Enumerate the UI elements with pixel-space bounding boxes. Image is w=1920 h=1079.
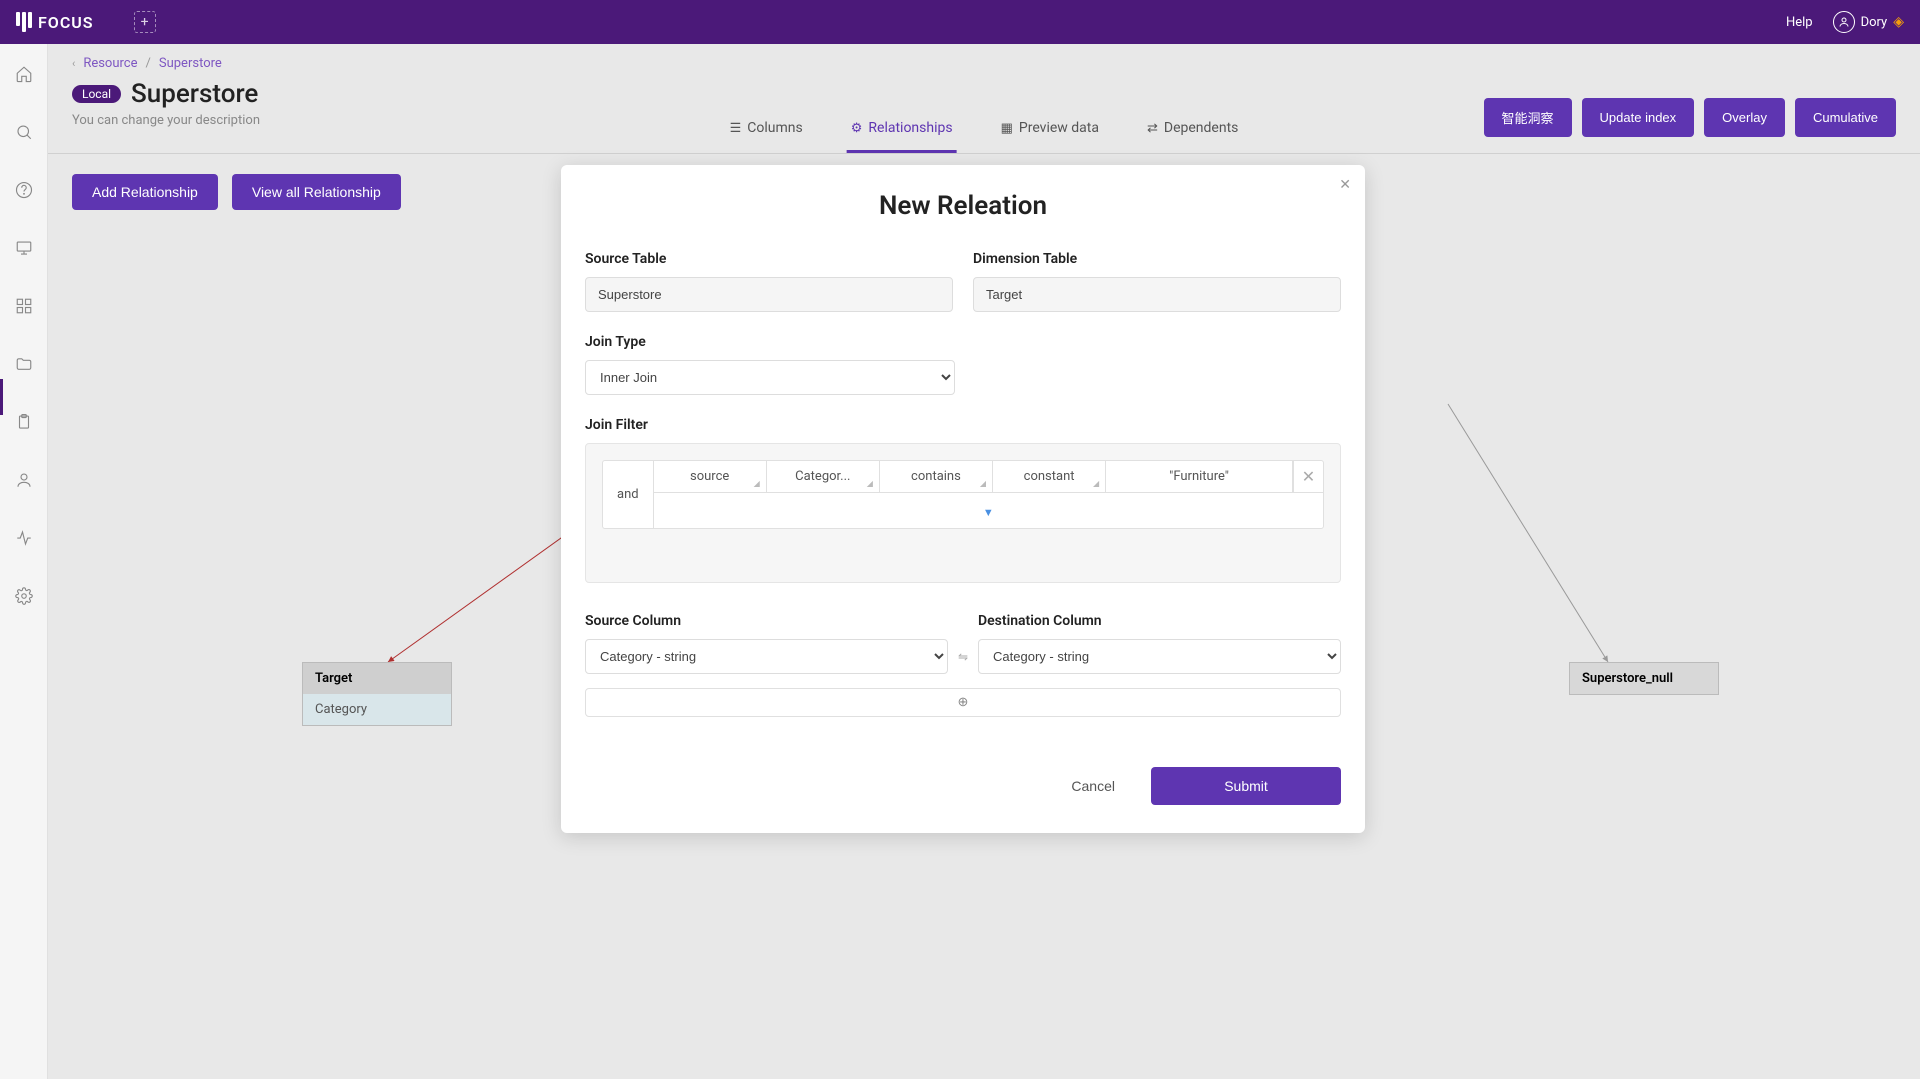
submit-button[interactable]: Submit	[1151, 767, 1341, 805]
chevron-down-icon: ◢	[867, 479, 873, 488]
tab-columns[interactable]: ☰ Columns	[726, 110, 807, 153]
chevron-down-icon: ◢	[754, 479, 760, 488]
user-menu[interactable]: Dory ◈	[1833, 11, 1904, 33]
help-icon[interactable]	[14, 180, 34, 200]
relationships-icon: ⚙	[851, 121, 863, 136]
filter-remove-button[interactable]: ✕	[1293, 461, 1323, 492]
page-title: Superstore	[131, 79, 258, 109]
activity-icon[interactable]	[14, 528, 34, 548]
dest-column-select[interactable]: Category - string	[978, 639, 1341, 674]
left-sidebar	[0, 44, 48, 1079]
tabs: ☰ Columns ⚙ Relationships ▦ Preview data…	[726, 110, 1243, 153]
search-icon[interactable]	[14, 122, 34, 142]
new-tab-button[interactable]: +	[134, 11, 156, 33]
source-column-select[interactable]: Category - string	[585, 639, 948, 674]
node-target-column[interactable]: Category	[303, 694, 451, 725]
join-filter-label: Join Filter	[585, 417, 1341, 433]
tab-dependents[interactable]: ⇄ Dependents	[1143, 110, 1242, 153]
dependents-icon: ⇄	[1147, 121, 1158, 136]
breadcrumb-separator: /	[146, 56, 151, 71]
user-icon[interactable]	[14, 470, 34, 490]
modal-title: New Releation	[585, 191, 1341, 221]
join-type-select[interactable]: Inner Join	[585, 360, 955, 395]
filter-cell-value[interactable]: "Furniture"	[1106, 461, 1293, 492]
add-column-pair-button[interactable]: ⊕	[585, 688, 1341, 717]
app-name: FOCUS	[38, 13, 94, 32]
chevron-left-icon[interactable]: ‹	[72, 57, 75, 70]
home-icon[interactable]	[14, 64, 34, 84]
close-icon[interactable]: ✕	[1339, 177, 1351, 193]
grid-icon[interactable]	[14, 296, 34, 316]
source-table-input[interactable]	[585, 277, 953, 312]
presentation-icon[interactable]	[14, 238, 34, 258]
insight-button[interactable]: 智能洞察	[1484, 98, 1572, 137]
source-table-label: Source Table	[585, 251, 953, 267]
preview-icon: ▦	[1001, 121, 1013, 136]
filter-box: and source◢ Categor...◢ contains◢ consta…	[585, 443, 1341, 583]
add-filter-icon: ▼	[983, 506, 994, 519]
node-target-title: Target	[303, 663, 451, 694]
filter-cell-operator[interactable]: contains◢	[880, 461, 993, 492]
filter-cell-column[interactable]: Categor...◢	[767, 461, 880, 492]
filter-cell-source[interactable]: source◢	[654, 461, 767, 492]
filter-add-row[interactable]: ▼	[654, 492, 1323, 528]
cumulative-button[interactable]: Cumulative	[1795, 98, 1896, 137]
columns-icon: ☰	[730, 121, 742, 136]
premium-icon: ◈	[1893, 14, 1904, 30]
settings-icon[interactable]	[14, 586, 34, 606]
filter-logic-and[interactable]: and	[603, 461, 654, 528]
user-avatar-icon	[1833, 11, 1855, 33]
help-link[interactable]: Help	[1786, 15, 1813, 30]
breadcrumb-superstore[interactable]: Superstore	[159, 56, 222, 71]
source-column-label: Source Column	[585, 613, 948, 629]
dest-column-label: Destination Column	[978, 613, 1341, 629]
add-relationship-button[interactable]: Add Relationship	[72, 174, 218, 210]
node-superstore-null[interactable]: Superstore_null	[1569, 662, 1719, 695]
cancel-button[interactable]: Cancel	[1055, 768, 1131, 804]
user-name: Dory	[1861, 15, 1888, 30]
local-badge: Local	[72, 85, 121, 103]
filter-cell-type[interactable]: constant◢	[993, 461, 1106, 492]
view-all-relationship-button[interactable]: View all Relationship	[232, 174, 401, 210]
dimension-table-input[interactable]	[973, 277, 1341, 312]
update-index-button[interactable]: Update index	[1582, 98, 1695, 137]
tab-preview[interactable]: ▦ Preview data	[997, 110, 1103, 153]
breadcrumb: ‹ Resource / Superstore	[72, 56, 1896, 71]
node-super-title: Superstore_null	[1570, 663, 1718, 694]
clipboard-icon[interactable]	[14, 412, 34, 432]
logo-bars-icon	[16, 12, 32, 32]
tab-relationships[interactable]: ⚙ Relationships	[847, 110, 957, 153]
app-logo[interactable]: FOCUS	[16, 12, 94, 32]
top-header: FOCUS + Help Dory ◈	[0, 0, 1920, 44]
join-type-label: Join Type	[585, 334, 955, 350]
chevron-down-icon: ◢	[1093, 479, 1099, 488]
folder-icon[interactable]	[14, 354, 34, 374]
sidebar-active-indicator	[0, 379, 3, 415]
overlay-button[interactable]: Overlay	[1704, 98, 1785, 137]
breadcrumb-resource[interactable]: Resource	[83, 56, 137, 71]
link-icon: ⇋	[958, 650, 968, 674]
chevron-down-icon: ◢	[980, 479, 986, 488]
dimension-table-label: Dimension Table	[973, 251, 1341, 267]
page-header: ‹ Resource / Superstore Local Superstore…	[48, 44, 1920, 154]
node-target[interactable]: Target Category	[302, 662, 452, 726]
new-relation-modal: ✕ New Releation Source Table Dimension T…	[561, 165, 1365, 833]
